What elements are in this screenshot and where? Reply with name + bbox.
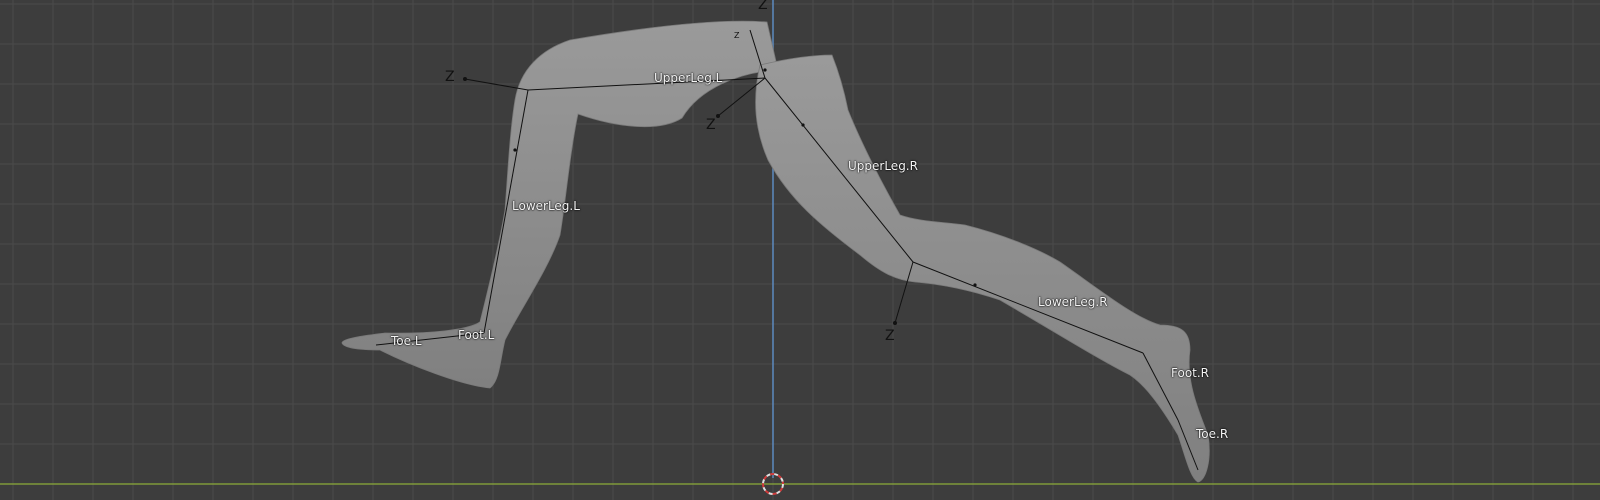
z-axis-letter: Z bbox=[758, 0, 768, 13]
z-axis-letter: Z bbox=[706, 117, 716, 133]
z-axis-letter: Z bbox=[734, 31, 740, 40]
z-axis-letter: Z bbox=[445, 69, 455, 85]
3d-viewport[interactable]: ZZZZZ UpperLeg.L LowerLeg.L Foot.L Toe.L… bbox=[0, 0, 1600, 500]
z-axis-letter: Z bbox=[885, 328, 895, 344]
viewport-canvas[interactable]: Z Z Z Z Z bbox=[0, 0, 1600, 500]
left-leg-mesh bbox=[341, 20, 779, 389]
right-leg-mesh bbox=[755, 54, 1210, 483]
